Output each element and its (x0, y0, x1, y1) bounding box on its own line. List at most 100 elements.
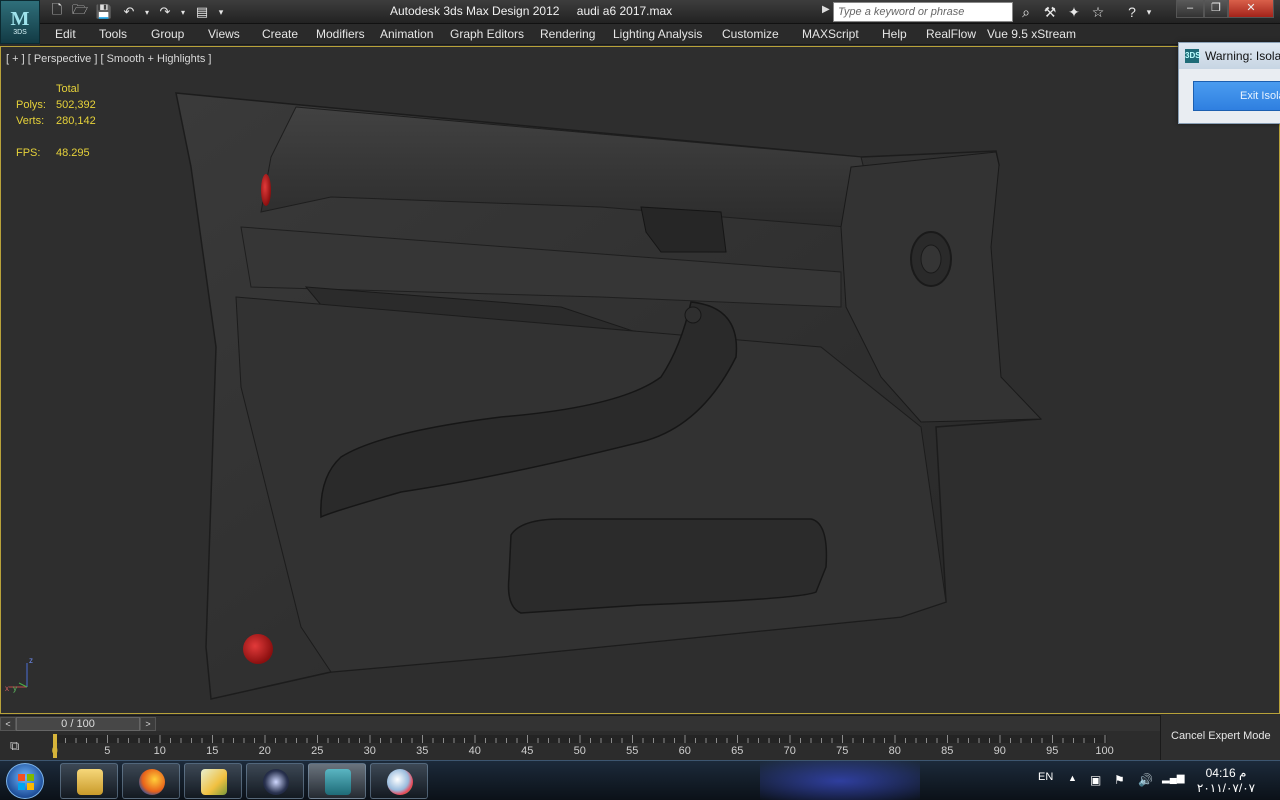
trackbar-tick-label: 50 (573, 745, 586, 757)
windows-logo-icon (18, 774, 34, 790)
system-clock[interactable]: 04:16 م ٢٠١١/٠٧/٠٧ (1186, 766, 1266, 796)
exit-isolation-button[interactable]: Exit Isola (1193, 81, 1280, 111)
title-bar: 🗋 🗁 💾 ↶ ▾ ↷ ▾ ▤ ▾ Autodesk 3ds Max Desig… (0, 0, 1280, 24)
menu-help[interactable]: Help (882, 27, 907, 41)
volume-icon[interactable]: 🔊 (1138, 773, 1153, 787)
project-folder-icon[interactable]: ▤ (192, 2, 212, 22)
taskbar-zoin[interactable] (246, 763, 304, 799)
menu-bar: Edit Tools Group Views Create Modifiers … (40, 24, 1280, 45)
trackbar-tick-label: 95 (1046, 745, 1059, 757)
app-window: 🗋 🗁 💾 ↶ ▾ ↷ ▾ ▤ ▾ Autodesk 3ds Max Desig… (0, 0, 1280, 800)
isolation-warning-dialog: 3DS Warning: Isola Exit Isola (1178, 42, 1280, 124)
folder-icon (201, 769, 227, 795)
zoin-icon (263, 769, 289, 795)
app-logo-icon: M (10, 7, 30, 30)
save-icon[interactable]: 💾 (94, 2, 114, 22)
quick-access-dropdown-icon[interactable]: ▾ (214, 2, 228, 22)
taskbar-firefox[interactable] (122, 763, 180, 799)
time-slider-thumb[interactable]: 0 / 100 (16, 717, 140, 731)
network-signal-icon[interactable]: ▂▄▆ (1162, 773, 1184, 784)
menu-modifiers[interactable]: Modifiers (316, 27, 365, 41)
binoculars-icon[interactable]: ⌕ (1015, 2, 1037, 22)
trackbar-tick-label: 70 (783, 745, 796, 757)
time-slider[interactable]: < 0 / 100 > (0, 715, 1160, 731)
help-icon[interactable]: ? (1121, 2, 1143, 22)
clock-time: 04:16 م (1205, 766, 1247, 780)
menu-vue-xstream[interactable]: Vue 9.5 xStream (987, 27, 1076, 41)
trackbar-tick-label: 100 (1095, 745, 1114, 757)
action-center-flag-icon[interactable]: ⚑ (1114, 773, 1125, 787)
car-door-model[interactable] (1, 47, 1279, 713)
close-button[interactable]: ✕ (1228, 0, 1274, 18)
dialog-header[interactable]: 3DS Warning: Isola (1179, 43, 1280, 69)
maximize-button[interactable]: ❐ (1204, 0, 1228, 18)
trackbar-tick-label: 65 (731, 745, 744, 757)
search-input[interactable]: Type a keyword or phrase (833, 2, 1013, 22)
help-dropdown-icon[interactable]: ▾ (1143, 2, 1155, 22)
redo-dropdown-icon[interactable]: ▾ (178, 2, 188, 22)
next-frame-button[interactable]: > (140, 717, 156, 731)
trackbar-tick-label: 35 (416, 745, 429, 757)
dialog-title: Warning: Isola (1205, 49, 1280, 63)
communication-icon[interactable]: ✦ (1063, 2, 1085, 22)
app-logo-caption: 3DS (13, 28, 27, 36)
menu-edit[interactable]: Edit (55, 27, 76, 41)
menu-graph-editors[interactable]: Graph Editors (450, 27, 524, 41)
new-file-icon[interactable]: 🗋 (48, 2, 66, 22)
minimize-button[interactable]: – (1176, 0, 1204, 18)
tray-device-icon[interactable]: ▣ (1090, 773, 1101, 787)
taskbar-folder[interactable] (184, 763, 242, 799)
trackbar-tick-label: 85 (941, 745, 954, 757)
undo-dropdown-icon[interactable]: ▾ (142, 2, 152, 22)
windows-taskbar: EN ▲ ▣ ⚑ 🔊 ▂▄▆ 04:16 م ٢٠١١/٠٧/٠٧ (0, 760, 1280, 800)
door-warning-light-upper (261, 174, 271, 206)
taskbar-3ds-max[interactable] (308, 763, 366, 799)
axis-tripod-icon: z x y (5, 656, 33, 693)
trackbar[interactable]: ⧉ 0 5 10 15 20 25 30 35 40 45 50 55 60 65 70 75 80 85 90 95… (0, 731, 1160, 760)
clock-date: ٢٠١١/٠٧/٠٧ (1196, 781, 1256, 795)
firefox-icon (139, 769, 165, 795)
trackbar-tick-label: 5 (104, 745, 111, 757)
prev-frame-button[interactable]: < (0, 717, 16, 731)
taskbar-paint[interactable] (370, 763, 428, 799)
axis-z-label: z (29, 656, 33, 665)
trackbar-tick-label: 80 (888, 745, 901, 757)
menu-rendering[interactable]: Rendering (540, 27, 595, 41)
trackbar-tick-label: 40 (468, 745, 481, 757)
menu-customize[interactable]: Customize (722, 27, 779, 41)
trackbar-tick-label: 20 (258, 745, 271, 757)
file-name: audi a6 2017.max (576, 4, 673, 18)
paint-palette-icon (387, 769, 413, 795)
menu-lighting-analysis[interactable]: Lighting Analysis (613, 27, 702, 41)
menu-realflow[interactable]: RealFlow (926, 27, 976, 41)
start-button[interactable] (6, 763, 44, 799)
door-warning-light-lower (243, 634, 273, 664)
menu-group[interactable]: Group (151, 27, 184, 41)
file-explorer-icon (77, 769, 103, 795)
menu-maxscript[interactable]: MAXScript (802, 27, 859, 41)
show-hidden-icons-icon[interactable]: ▲ (1068, 773, 1077, 783)
perspective-viewport[interactable]: [ + ] [ Perspective ] [ Smooth + Highlig… (0, 46, 1280, 714)
trackbar-tick-label: 55 (626, 745, 639, 757)
3ds-max-icon (325, 769, 351, 795)
menu-tools[interactable]: Tools (99, 27, 127, 41)
undo-icon[interactable]: ↶ (118, 2, 140, 22)
language-indicator[interactable]: EN (1038, 771, 1053, 783)
application-menu-button[interactable]: M 3DS (0, 0, 40, 44)
axis-x-label: x (5, 684, 9, 693)
taskbar-file-explorer[interactable] (60, 763, 118, 799)
search-expand-icon[interactable]: ▶ (822, 4, 830, 15)
subscription-icon[interactable]: ⚒ (1039, 2, 1061, 22)
axis-y-label: y (13, 684, 17, 693)
menu-create[interactable]: Create (262, 27, 298, 41)
favorites-star-icon[interactable]: ☆ (1087, 2, 1109, 22)
menu-views[interactable]: Views (208, 27, 240, 41)
trackbar-tick-label: 75 (836, 745, 849, 757)
menu-animation[interactable]: Animation (380, 27, 433, 41)
trackbar-tick-label: 45 (521, 745, 534, 757)
open-folder-icon[interactable]: 🗁 (70, 2, 90, 22)
window-title: Autodesk 3ds Max Design 2012 audi a6 201… (390, 4, 686, 18)
redo-icon[interactable]: ↷ (154, 2, 176, 22)
cancel-expert-mode-button[interactable]: Cancel Expert Mode (1160, 715, 1280, 760)
trackbar-tick-label: 30 (363, 745, 376, 757)
